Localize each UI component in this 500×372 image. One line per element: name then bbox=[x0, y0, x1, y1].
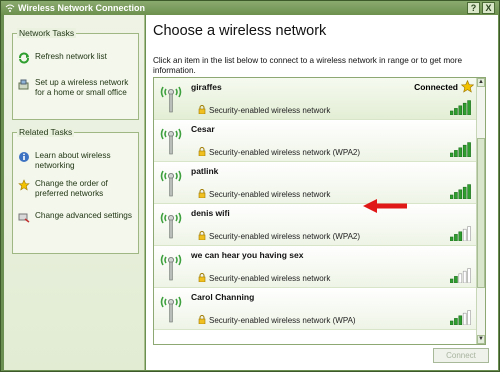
security-label: Security-enabled wireless network bbox=[209, 190, 331, 199]
signal-strength-icon bbox=[450, 184, 471, 199]
change-order-label: Change the order of preferred networks bbox=[35, 179, 108, 198]
setup-label: Set up a wireless network for a home or … bbox=[35, 78, 129, 97]
lock-icon bbox=[198, 231, 206, 240]
security-label: Security-enabled wireless network (WPA2) bbox=[209, 232, 361, 241]
wireless-antenna-icon bbox=[160, 170, 182, 197]
lock-icon bbox=[198, 189, 206, 198]
signal-strength-icon bbox=[450, 226, 471, 241]
window-frame: Wireless Network Connection ? X Network … bbox=[0, 0, 500, 372]
setup-wireless-link[interactable]: Set up a wireless network for a home or … bbox=[18, 78, 138, 98]
advanced-settings-link[interactable]: Change advanced settings bbox=[18, 211, 136, 223]
lock-icon bbox=[198, 105, 206, 114]
network-tasks-title: Network Tasks bbox=[17, 28, 77, 38]
page-title: Choose a wireless network bbox=[153, 23, 327, 39]
close-button[interactable]: X bbox=[482, 2, 495, 14]
settings-icon bbox=[18, 211, 30, 223]
wireless-antenna-icon bbox=[160, 296, 182, 323]
window-title: Wireless Network Connection bbox=[18, 3, 145, 13]
learn-wireless-link[interactable]: Learn about wireless networking bbox=[18, 151, 136, 171]
signal-strength-icon bbox=[450, 268, 471, 283]
network-item[interactable]: patlink Security-enabled wireless networ… bbox=[154, 162, 478, 204]
network-name: Cesar bbox=[191, 124, 215, 134]
refresh-network-list-link[interactable]: Refresh network list bbox=[18, 52, 107, 64]
list-scrollbar[interactable]: ▲ ▼ bbox=[476, 78, 485, 344]
wireless-antenna-icon bbox=[160, 128, 182, 155]
related-tasks-title: Related Tasks bbox=[17, 127, 75, 137]
network-name: denis wifi bbox=[191, 208, 230, 218]
preferred-star-icon bbox=[461, 80, 474, 93]
network-name: giraffes bbox=[191, 82, 222, 92]
setup-icon bbox=[18, 78, 30, 90]
network-name: we can hear you having sex bbox=[191, 250, 304, 260]
star-icon bbox=[18, 179, 30, 191]
title-bar: Wireless Network Connection ? X bbox=[1, 1, 499, 15]
refresh-label: Refresh network list bbox=[35, 52, 107, 61]
network-tasks-box: Network Tasks Refresh network list Set u… bbox=[12, 28, 139, 120]
network-item[interactable]: Cesar Security-enabled wireless network … bbox=[154, 120, 478, 162]
change-order-link[interactable]: Change the order of preferred networks bbox=[18, 179, 136, 199]
related-tasks-box: Related Tasks Learn about wireless netwo… bbox=[12, 127, 139, 254]
wireless-icon bbox=[5, 3, 15, 13]
advanced-label: Change advanced settings bbox=[35, 211, 132, 220]
info-icon bbox=[18, 151, 30, 163]
wireless-antenna-icon bbox=[160, 254, 182, 281]
red-arrow-annotation bbox=[363, 199, 407, 213]
network-item[interactable]: we can hear you having sex Security-enab… bbox=[154, 246, 478, 288]
lock-icon bbox=[198, 147, 206, 156]
wireless-antenna-icon bbox=[160, 212, 182, 239]
lock-icon bbox=[198, 273, 206, 282]
security-label: Security-enabled wireless network (WPA2) bbox=[209, 148, 361, 157]
network-list[interactable]: giraffes Security-enabled wireless netwo… bbox=[153, 77, 486, 345]
task-pane: Network Tasks Refresh network list Set u… bbox=[4, 15, 145, 370]
scroll-up-button[interactable]: ▲ bbox=[477, 78, 485, 87]
network-name: patlink bbox=[191, 166, 219, 176]
learn-label: Learn about wireless networking bbox=[35, 151, 111, 170]
security-label: Security-enabled wireless network bbox=[209, 106, 331, 115]
wireless-antenna-icon bbox=[160, 86, 182, 113]
intro-text: Click an item in the list below to conne… bbox=[153, 56, 462, 75]
refresh-icon bbox=[18, 52, 30, 64]
signal-strength-icon bbox=[450, 100, 471, 115]
security-label: Security-enabled wireless network (WPA) bbox=[209, 316, 356, 325]
network-item[interactable]: denis wifi Security-enabled wireless net… bbox=[154, 204, 478, 246]
lock-icon bbox=[198, 315, 206, 324]
connection-status: Connected bbox=[414, 82, 458, 92]
network-name: Carol Channing bbox=[191, 292, 255, 302]
network-item[interactable]: Carol Channing Security-enabled wireless… bbox=[154, 288, 478, 330]
signal-strength-icon bbox=[450, 142, 471, 157]
scroll-down-button[interactable]: ▼ bbox=[477, 335, 485, 344]
main-pane: Choose a wireless network Click an item … bbox=[146, 15, 498, 370]
help-button[interactable]: ? bbox=[467, 2, 480, 14]
security-label: Security-enabled wireless network bbox=[209, 274, 331, 283]
scroll-thumb[interactable] bbox=[477, 138, 485, 288]
connect-button[interactable]: Connect bbox=[433, 348, 489, 363]
signal-strength-icon bbox=[450, 310, 471, 325]
network-item[interactable]: giraffes Security-enabled wireless netwo… bbox=[154, 78, 478, 120]
